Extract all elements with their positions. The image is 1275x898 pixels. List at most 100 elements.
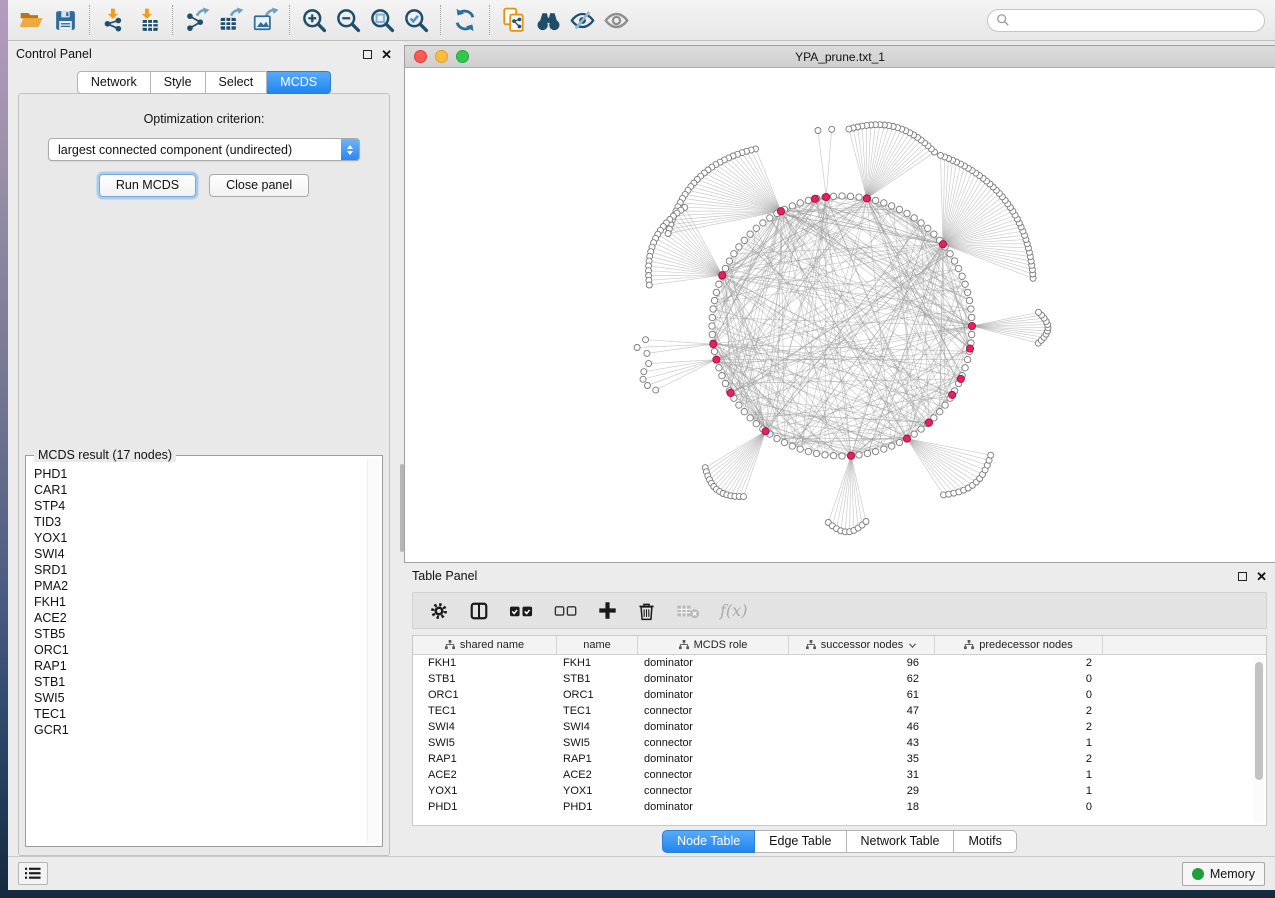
tab-select[interactable]: Select [206, 71, 268, 94]
mcds-result-item[interactable]: SWI4 [32, 546, 366, 562]
table-row[interactable]: SWI4SWI4dominator462 [413, 719, 1266, 735]
table-row[interactable]: ORC1ORC1dominator610 [413, 687, 1266, 703]
apply-layout-button[interactable] [448, 3, 482, 37]
table-cell: dominator [638, 687, 789, 703]
deselect-all-rows-button[interactable] [554, 604, 578, 617]
export-network-button[interactable] [180, 3, 214, 37]
mcds-result-item[interactable]: PMA2 [32, 578, 366, 594]
float-panel-icon[interactable] [363, 50, 372, 59]
export-table-button[interactable] [214, 3, 248, 37]
delete-table-button[interactable] [676, 603, 700, 619]
tab-edge-table[interactable]: Edge Table [755, 830, 846, 853]
table-row[interactable]: TEC1TEC1connector472 [413, 703, 1266, 719]
table-row[interactable]: PHD1PHD1dominator180 [413, 799, 1266, 815]
node-table-body: FKH1FKH1dominator962STB1STB1dominator620… [413, 655, 1266, 815]
import-network-button[interactable] [97, 3, 131, 37]
mcds-result-item[interactable]: FKH1 [32, 594, 366, 610]
open-file-button[interactable] [14, 3, 48, 37]
mcds-result-item[interactable]: STP4 [32, 498, 366, 514]
table-row[interactable]: SWI5SWI5connector431 [413, 735, 1266, 751]
mcds-result-item[interactable]: ACE2 [32, 610, 366, 626]
show-all-button[interactable] [599, 3, 633, 37]
mcds-result-item[interactable]: GCR1 [32, 722, 366, 738]
mcds-result-item[interactable]: ORC1 [32, 642, 366, 658]
import-table-icon [135, 7, 161, 33]
network-view-window: YPA_prune.txt_1 [404, 45, 1275, 563]
column-header-mcds-role[interactable]: MCDS role [638, 636, 789, 654]
mcds-result-item[interactable]: STB5 [32, 626, 366, 642]
table-cell: TEC1 [413, 703, 557, 719]
table-row[interactable]: ACE2ACE2connector311 [413, 767, 1266, 783]
select-all-rows-button[interactable] [509, 604, 534, 618]
network-window-title: YPA_prune.txt_1 [405, 50, 1275, 64]
table-cell: STB1 [413, 671, 557, 687]
zoom-out-button[interactable] [331, 3, 365, 37]
mcds-result-item[interactable]: YOX1 [32, 530, 366, 546]
mcds-result-item[interactable]: TID3 [32, 514, 366, 530]
float-panel-icon[interactable] [1238, 572, 1247, 581]
find-button[interactable] [531, 3, 565, 37]
import-table-button[interactable] [131, 3, 165, 37]
tab-node-table[interactable]: Node Table [662, 830, 755, 853]
column-header-shared-name[interactable]: shared name [413, 636, 557, 654]
table-row[interactable]: RAP1RAP1dominator352 [413, 751, 1266, 767]
task-history-button[interactable] [18, 862, 48, 885]
column-settings-button[interactable] [429, 601, 449, 621]
tab-motifs[interactable]: Motifs [954, 830, 1016, 853]
close-panel-icon[interactable]: ✕ [381, 50, 392, 59]
memory-button[interactable]: Memory [1182, 862, 1265, 886]
control-panel-tabs: Network Style Select MCDS [8, 71, 400, 94]
mcds-result-list[interactable]: PHD1CAR1STP4TID3YOX1SWI4SRD1PMA2FKH1ACE2… [32, 466, 366, 842]
function-builder-button[interactable]: f(x) [720, 601, 747, 620]
network-graph[interactable] [405, 68, 1275, 562]
mcds-result-item[interactable]: STB1 [32, 674, 366, 690]
zoom-in-button[interactable] [297, 3, 331, 37]
add-row-button[interactable] [598, 601, 617, 620]
column-header-successor-nodes[interactable]: successor nodes [789, 636, 935, 654]
mcds-list-scrollbar[interactable] [367, 459, 379, 843]
save-session-button[interactable] [48, 3, 82, 37]
search-input[interactable] [1010, 13, 1256, 27]
tab-network-table[interactable]: Network Table [847, 830, 955, 853]
column-header-predecessor-nodes[interactable]: predecessor nodes [935, 636, 1103, 654]
table-cell: 0 [935, 671, 1103, 687]
mcds-result-item[interactable]: RAP1 [32, 658, 366, 674]
table-scrollbar[interactable] [1253, 656, 1264, 823]
optimization-criterion-label: Optimization criterion: [19, 112, 389, 126]
tab-mcds[interactable]: MCDS [267, 71, 331, 94]
export-image-button[interactable] [248, 3, 282, 37]
criterion-dropdown[interactable]: largest connected component (undirected) [48, 138, 360, 161]
column-header-name[interactable]: name [557, 636, 638, 654]
panel-splitter[interactable] [400, 41, 404, 856]
hide-selected-button[interactable] [565, 3, 599, 37]
table-cell: FKH1 [413, 655, 557, 671]
mcds-result-item[interactable]: TEC1 [32, 706, 366, 722]
mcds-result-item[interactable]: SWI5 [32, 690, 366, 706]
tab-network[interactable]: Network [77, 71, 151, 94]
table-cell: 2 [935, 703, 1103, 719]
table-row[interactable]: STB1STB1dominator620 [413, 671, 1266, 687]
show-column-panel-button[interactable] [469, 601, 489, 621]
mcds-result-item[interactable]: CAR1 [32, 482, 366, 498]
close-panel-icon[interactable]: ✕ [1256, 572, 1267, 581]
delete-row-button[interactable] [637, 601, 656, 621]
search-field[interactable] [987, 9, 1265, 32]
network-window-titlebar[interactable]: YPA_prune.txt_1 [405, 46, 1275, 68]
table-cell: ORC1 [557, 687, 638, 703]
table-row[interactable]: FKH1FKH1dominator962 [413, 655, 1266, 671]
mcds-result-item[interactable]: SRD1 [32, 562, 366, 578]
splitter-handle[interactable] [400, 464, 404, 552]
fit-content-button[interactable] [365, 3, 399, 37]
zoom-selected-button[interactable] [399, 3, 433, 37]
mcds-result-item[interactable]: PHD1 [32, 466, 366, 482]
table-cell: 2 [935, 655, 1103, 671]
table-scrollbar-thumb[interactable] [1255, 662, 1263, 780]
table-cell: 35 [789, 751, 935, 767]
close-panel-button[interactable]: Close panel [209, 174, 309, 197]
table-row[interactable]: YOX1YOX1connector291 [413, 783, 1266, 799]
dropdown-stepper-icon [341, 139, 359, 160]
run-mcds-button[interactable]: Run MCDS [99, 174, 196, 197]
tab-style[interactable]: Style [151, 71, 206, 94]
network-canvas[interactable] [405, 68, 1275, 562]
network-from-selection-button[interactable] [497, 3, 531, 37]
